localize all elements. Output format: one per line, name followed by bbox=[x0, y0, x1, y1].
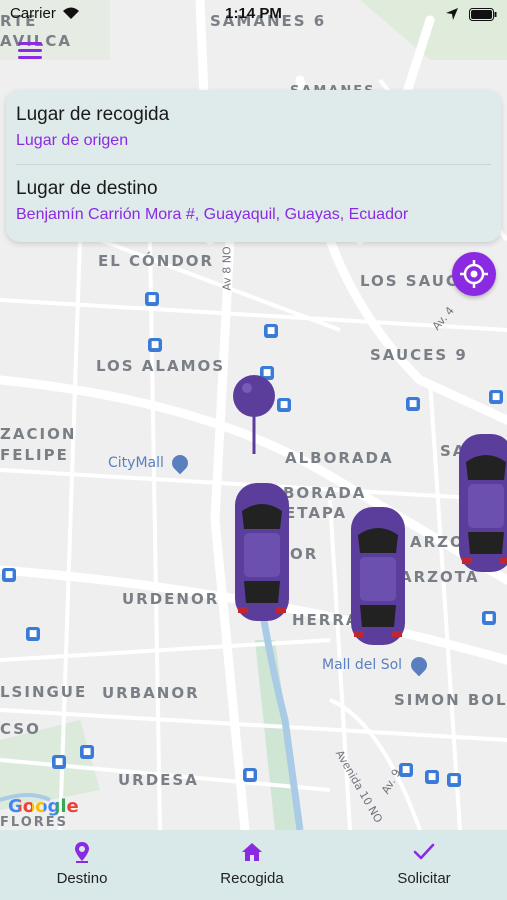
map-label-etapa: ETAPA bbox=[285, 504, 348, 522]
map-label-av-8-no: Av 8 NO bbox=[220, 246, 234, 291]
poi-citymall[interactable]: CityMall bbox=[108, 451, 192, 475]
tab-destino[interactable]: Destino bbox=[2, 830, 162, 900]
map-label-los-alamos: LOS ALAMOS bbox=[96, 357, 226, 375]
google-logo-text: Google bbox=[8, 796, 79, 817]
map-label-alborada: ALBORADA bbox=[285, 449, 394, 467]
car-icon bbox=[235, 483, 289, 621]
google-logo: Google bbox=[8, 796, 79, 817]
bus-stop-icon: ■ bbox=[80, 745, 94, 759]
map-label-urdesa: URDESA bbox=[118, 771, 199, 789]
status-right bbox=[445, 5, 497, 22]
car-icon bbox=[459, 434, 507, 572]
tab-recogida-label: Recogida bbox=[220, 870, 284, 887]
map-label-felipe: FELIPE bbox=[0, 446, 69, 464]
bus-stop-icon: ■ bbox=[399, 763, 413, 777]
map-label-or: OR bbox=[290, 545, 319, 563]
tab-solicitar[interactable]: Solicitar bbox=[344, 830, 504, 900]
my-location-button[interactable] bbox=[452, 252, 496, 296]
car-icon bbox=[351, 507, 405, 645]
pickup-title: Lugar de recogida bbox=[16, 104, 170, 125]
map-label-cso: CSO bbox=[0, 720, 41, 738]
destination-value: Benjamín Carrión Mora #, Guayaquil, Guay… bbox=[16, 206, 409, 223]
hamburger-icon-bar bbox=[18, 42, 42, 45]
menu-button[interactable] bbox=[18, 42, 42, 64]
pickup-field[interactable]: Lugar de recogida Lugar de origen bbox=[16, 104, 491, 150]
destination-field[interactable]: Lugar de destino Benjamín Carrión Mora #… bbox=[16, 178, 491, 224]
pickup-value: Lugar de origen bbox=[16, 132, 129, 149]
check-icon bbox=[413, 843, 435, 860]
shopping-bag-icon bbox=[169, 451, 192, 475]
map-label-el-condor: EL CÓNDOR bbox=[98, 252, 215, 270]
hamburger-icon-bar bbox=[18, 56, 42, 59]
status-bar: Carrier 1:14 PM bbox=[0, 0, 507, 28]
bus-stop-icon: ■ bbox=[482, 611, 496, 625]
pickup-pin-icon[interactable] bbox=[232, 374, 276, 456]
poi-mall-del-sol-label: Mall del Sol bbox=[322, 657, 403, 673]
bus-stop-icon: ■ bbox=[489, 390, 503, 404]
map-label-lsingue: LSINGUE bbox=[0, 683, 88, 701]
map-label-simon-bolivar: SIMON BOLIV bbox=[394, 691, 507, 709]
clock-label: 1:14 PM bbox=[225, 5, 282, 22]
bus-stop-icon: ■ bbox=[425, 770, 439, 784]
destination-title: Lugar de destino bbox=[16, 178, 158, 199]
bus-stop-icon: ■ bbox=[447, 773, 461, 787]
bus-stop-icon: ■ bbox=[264, 324, 278, 338]
bottom-tab-bar: Destino Recogida Solicitar bbox=[0, 830, 507, 900]
tab-destino-label: Destino bbox=[56, 870, 108, 887]
map-label-flores: FLORES bbox=[0, 815, 69, 830]
card-divider bbox=[16, 164, 491, 165]
map-label-sauces-9: SAUCES 9 bbox=[370, 346, 468, 364]
bus-stop-icon: ■ bbox=[145, 292, 159, 306]
bus-stop-icon: ■ bbox=[2, 568, 16, 582]
bus-stop-icon: ■ bbox=[243, 768, 257, 782]
poi-mall-del-sol[interactable]: Mall del Sol bbox=[322, 653, 430, 677]
map-label-zacion: ZACION bbox=[0, 425, 77, 443]
battery-icon bbox=[469, 7, 497, 21]
location-arrow-icon bbox=[445, 8, 458, 21]
bus-stop-icon: ■ bbox=[148, 338, 162, 352]
poi-citymall-label: CityMall bbox=[108, 455, 164, 471]
route-card: Lugar de recogida Lugar de origen Lugar … bbox=[6, 90, 501, 242]
tab-solicitar-label: Solicitar bbox=[397, 870, 451, 887]
bus-stop-icon: ■ bbox=[406, 397, 420, 411]
map-label-urdenor: URDENOR bbox=[122, 590, 220, 608]
bus-stop-icon: ■ bbox=[26, 627, 40, 641]
map-label-urbanor: URBANOR bbox=[102, 684, 200, 702]
crosshair-icon bbox=[460, 260, 488, 288]
tab-recogida[interactable]: Recogida bbox=[172, 830, 332, 900]
map-label-borada: BORADA bbox=[283, 484, 367, 502]
home-icon bbox=[242, 843, 262, 861]
bus-stop-icon: ■ bbox=[52, 755, 66, 769]
shopping-bag-icon bbox=[407, 653, 430, 677]
bus-stop-icon: ■ bbox=[277, 398, 291, 412]
hamburger-icon-bar bbox=[18, 49, 42, 52]
location-pin-icon bbox=[75, 842, 89, 863]
